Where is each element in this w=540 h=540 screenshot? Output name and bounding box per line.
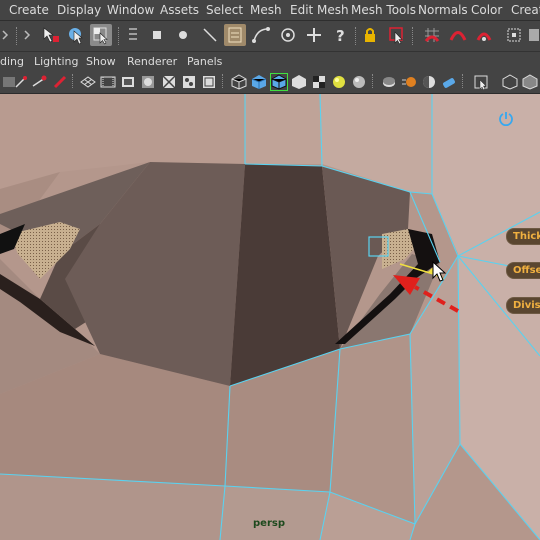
xray-icon[interactable]: [501, 73, 519, 91]
safe-title-icon[interactable]: [200, 73, 218, 91]
bookmarks-icon[interactable]: [30, 73, 48, 91]
snap-to-grid-icon[interactable]: [421, 24, 443, 46]
camera-name-label: persp: [253, 518, 285, 529]
gate-mask-icon[interactable]: [139, 73, 157, 91]
snap-to-point-icon[interactable]: [473, 24, 495, 46]
shadows-icon[interactable]: [350, 73, 368, 91]
make-live-icon[interactable]: [527, 24, 540, 46]
default-material-icon[interactable]: [290, 73, 308, 91]
vertex-mode-icon[interactable]: [122, 24, 144, 46]
depth-of-field-icon[interactable]: [440, 73, 458, 91]
point-mode-icon[interactable]: [172, 24, 194, 46]
panel-menu-bar: ding Lighting Show Renderer Panels: [0, 52, 540, 71]
perspective-viewport[interactable]: Thick Offse Divis persp: [0, 94, 540, 540]
select-by-object-icon[interactable]: [65, 24, 87, 46]
field-chart-icon[interactable]: [160, 73, 178, 91]
panel-menu-shading[interactable]: ding: [0, 55, 24, 68]
image-plane-icon[interactable]: [51, 73, 69, 91]
menu-mesh-tools[interactable]: Mesh Tools: [351, 3, 416, 17]
select-by-hierarchy-icon[interactable]: [40, 24, 62, 46]
anti-aliasing-icon[interactable]: [420, 73, 438, 91]
screen-space-ao-icon[interactable]: [380, 73, 398, 91]
toolbar-separator: [72, 74, 75, 88]
menu-create[interactable]: Create: [9, 3, 49, 17]
menu-mesh[interactable]: Mesh: [250, 3, 282, 17]
viewport-toolbar: [0, 71, 540, 94]
toolbar-separator: [462, 74, 465, 88]
wireframe-shading-icon[interactable]: [230, 73, 248, 91]
isolate-select-icon[interactable]: [472, 73, 490, 91]
curve-mode-icon[interactable]: [250, 24, 272, 46]
expand-arrow-icon[interactable]: [20, 24, 36, 46]
camera-attributes-icon[interactable]: [12, 73, 30, 91]
handle-mode-icon[interactable]: [303, 24, 325, 46]
maya-window: Create Display Window Assets Select Mesh…: [0, 0, 540, 540]
highlight-selection-icon[interactable]: [386, 24, 408, 46]
pivot-mode-icon[interactable]: [277, 24, 299, 46]
menu-select[interactable]: Select: [206, 3, 243, 17]
menu-edit-mesh[interactable]: Edit Mesh: [290, 3, 349, 17]
collapse-arrows-icon[interactable]: [0, 24, 14, 46]
textured-icon[interactable]: [310, 73, 328, 91]
mesh-scene: [0, 94, 540, 540]
edge-mode-icon[interactable]: [199, 24, 221, 46]
smooth-shading-icon[interactable]: [250, 73, 268, 91]
toolbar-separator: [412, 27, 415, 45]
toolbar-separator: [355, 27, 358, 45]
svg-text:?: ?: [336, 27, 345, 45]
help-question-icon[interactable]: ?: [330, 24, 352, 46]
face-mode-icon[interactable]: [146, 24, 168, 46]
snap-to-view-plane-icon[interactable]: [503, 24, 525, 46]
wireframe-on-shaded-icon[interactable]: [270, 73, 288, 91]
safe-action-icon[interactable]: [180, 73, 198, 91]
menu-normals[interactable]: Normals: [418, 3, 468, 17]
menu-display[interactable]: Display: [57, 3, 101, 17]
toolbar-separator: [372, 74, 375, 88]
menu-assets[interactable]: Assets: [160, 3, 199, 17]
motion-blur-icon[interactable]: [400, 73, 418, 91]
panel-menu-panels[interactable]: Panels: [187, 55, 222, 68]
main-menu-bar: Create Display Window Assets Select Mesh…: [0, 0, 540, 21]
power-toggle-icon[interactable]: [498, 110, 514, 130]
select-by-component-icon[interactable]: [90, 24, 112, 46]
hud-thickness-field[interactable]: Thick: [506, 228, 540, 245]
grid-toggle-icon[interactable]: [79, 73, 97, 91]
lock-selection-icon[interactable]: [359, 24, 381, 46]
menu-window[interactable]: Window: [107, 3, 154, 17]
xray-joints-icon[interactable]: [521, 73, 539, 91]
panel-menu-show[interactable]: Show: [86, 55, 116, 68]
menu-color[interactable]: Color: [471, 3, 502, 17]
toolbar-separator: [16, 27, 19, 45]
toolbar-separator: [222, 74, 225, 88]
panel-menu-renderer[interactable]: Renderer: [127, 55, 177, 68]
use-all-lights-icon[interactable]: [330, 73, 348, 91]
snap-to-curve-icon[interactable]: [447, 24, 469, 46]
status-line-toolbar: ?: [0, 21, 540, 52]
multi-component-icon[interactable]: [224, 24, 246, 46]
panel-menu-lighting[interactable]: Lighting: [34, 55, 78, 68]
hud-divisions-field[interactable]: Divis: [506, 297, 540, 314]
film-gate-icon[interactable]: [99, 73, 117, 91]
resolution-gate-icon[interactable]: [119, 73, 137, 91]
hud-offset-field[interactable]: Offse: [506, 262, 540, 279]
menu-create-2[interactable]: Create: [511, 3, 540, 17]
toolbar-separator: [118, 27, 121, 45]
